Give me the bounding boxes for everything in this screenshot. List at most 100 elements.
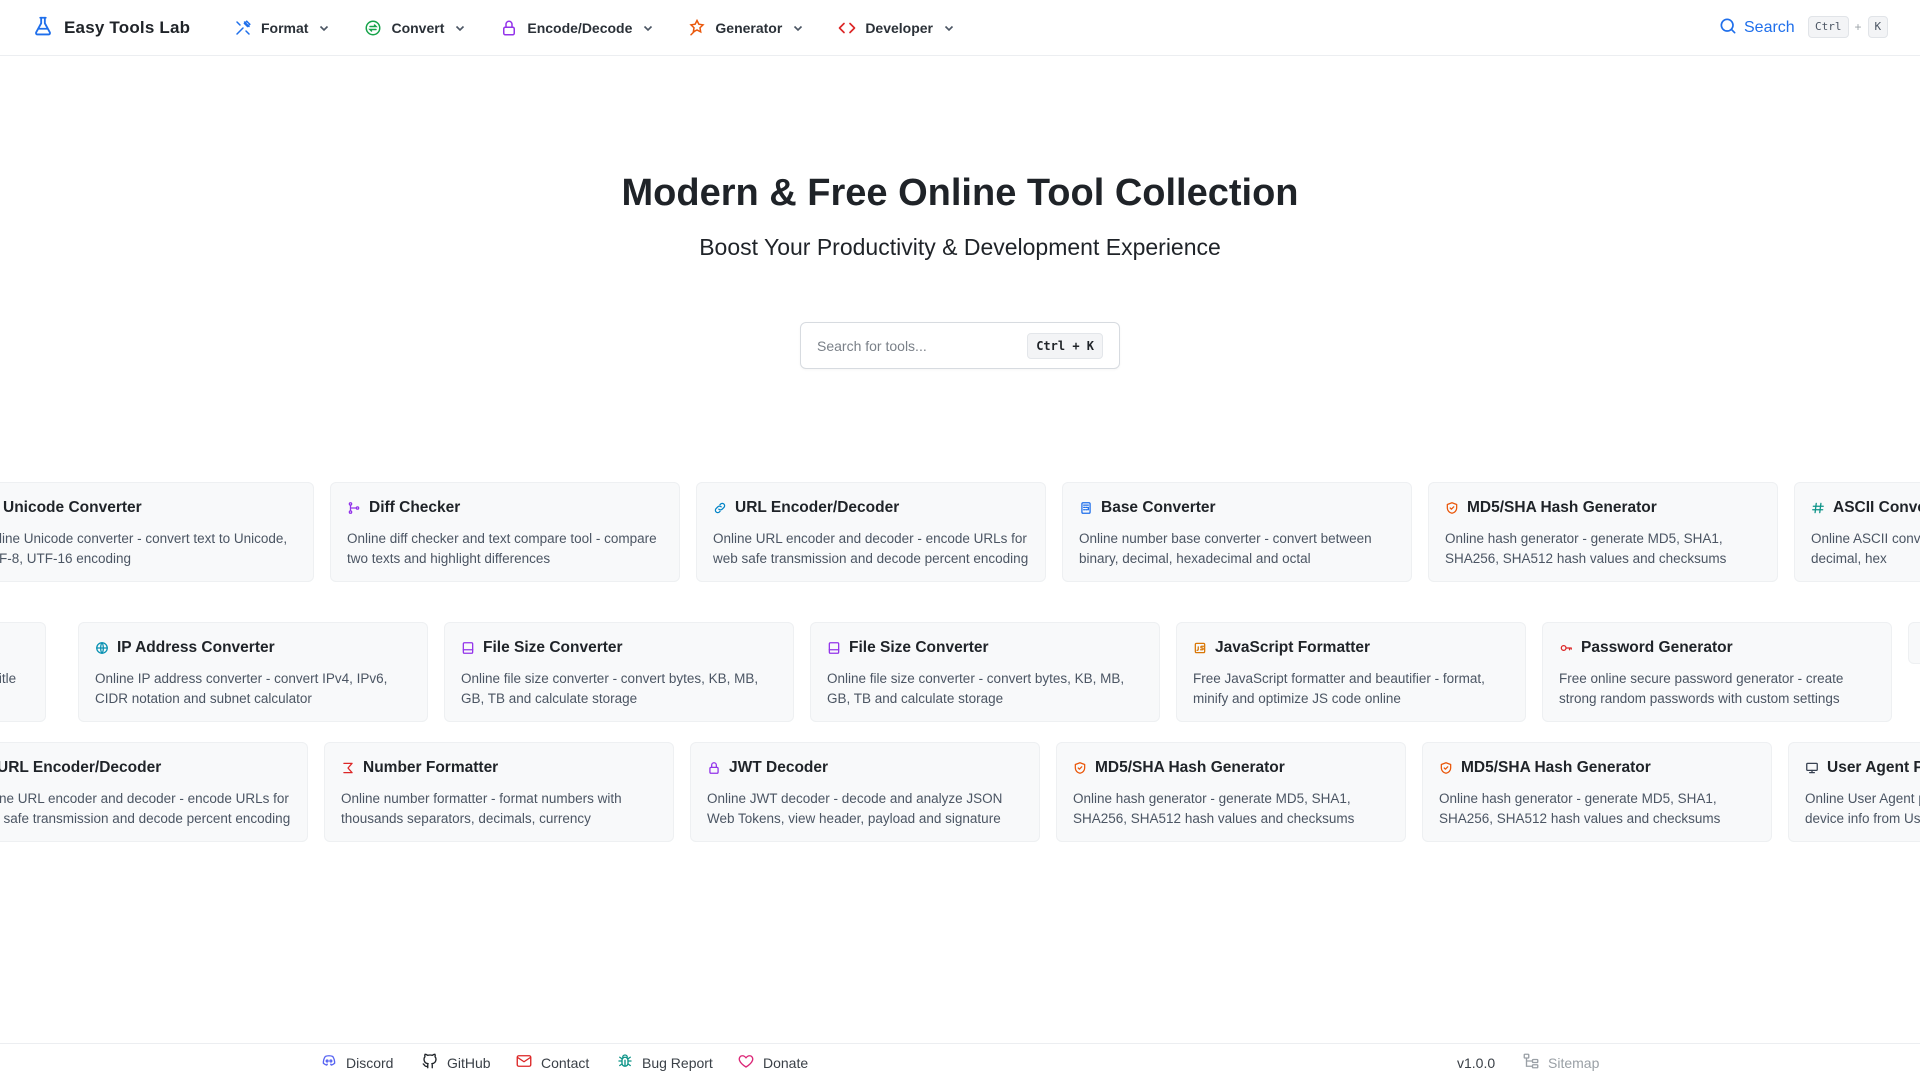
tool-card-header: JWT Decoder	[707, 759, 1023, 777]
tool-card-header: MD5/SHA Hash Generator	[1445, 499, 1761, 517]
tool-card-header: File Size Converter	[461, 639, 777, 657]
generator-icon	[688, 19, 706, 37]
tools-icon	[234, 19, 252, 37]
storage-icon	[827, 641, 841, 655]
tool-card[interactable]: URL Encoder/Decoder Online URL encoder an…	[696, 482, 1046, 582]
flask-icon	[32, 15, 54, 42]
nav-developer[interactable]: Developer	[826, 0, 967, 56]
footer-donate-link[interactable]: Donate	[737, 1044, 808, 1080]
hero-search-shortcut: Ctrl + K	[1027, 332, 1103, 359]
tool-card-header: Unicode Converter	[0, 499, 297, 517]
tool-card[interactable]: IP Address Converter Online IP address co…	[78, 622, 428, 722]
tool-card-title: JavaScript Formatter	[1215, 639, 1371, 656]
top-search-button[interactable]: Search	[1718, 0, 1795, 56]
number-icon	[341, 761, 355, 775]
tool-card-header: Case Converter	[0, 639, 29, 657]
kbd-ctrl: Ctrl	[1808, 16, 1849, 38]
tool-card-title: User Agent Parser	[1827, 759, 1920, 776]
shield-icon	[1445, 501, 1459, 515]
search-shortcut: Ctrl + K	[1808, 16, 1889, 38]
diff-icon	[347, 501, 361, 515]
footer-github-label: GitHub	[447, 1054, 491, 1071]
tool-card[interactable]: File Size Converter Online file size conv…	[810, 622, 1160, 722]
search-icon	[1718, 16, 1738, 41]
tool-card[interactable]: JavaScript Formatter Free JavaScript form…	[1176, 622, 1526, 722]
tool-card[interactable]: MD5/SHA Hash Generator Online hash genera…	[1428, 482, 1778, 582]
tool-card[interactable]: File Size Converter Online file size conv…	[444, 622, 794, 722]
tool-card-description: Online diff checker and text compare too…	[347, 531, 657, 566]
tool-card-title: IP Address Converter	[117, 639, 275, 656]
tool-card[interactable]: Base Converter Online number base convert…	[1062, 482, 1412, 582]
link-icon	[713, 501, 727, 515]
tool-card-title: URL Encoder/Decoder	[735, 499, 900, 516]
mail-icon	[515, 1052, 533, 1073]
tool-card-description: Online hash generator - generate MD5, SH…	[1073, 791, 1355, 826]
tool-card-description: Online file size converter - convert byt…	[827, 671, 1125, 706]
tool-card-description: Online User Agent parser - detect browse…	[1805, 791, 1920, 826]
tool-card[interactable]: Case Converter Online case converter - up…	[0, 622, 46, 722]
tool-card-description: Online URL encoder and decoder - encode …	[713, 531, 1029, 566]
tool-card[interactable]: JWT Decoder Online JWT decoder - decode a…	[690, 742, 1040, 842]
tool-card[interactable]: Unicode Converter Online Unicode converte…	[0, 482, 314, 582]
tool-card-header: File Size Converter	[827, 639, 1143, 657]
nav-developer-label: Developer	[865, 20, 934, 36]
tool-card[interactable]: Diff Checker Online diff checker and text…	[330, 482, 680, 582]
bug-icon	[616, 1052, 634, 1073]
tool-card-description: Online IP address converter - convert IP…	[95, 671, 388, 706]
footer-sitemap-label: Sitemap	[1548, 1054, 1600, 1071]
tool-row-1: Unicode Converter Online Unicode converte…	[0, 482, 1920, 612]
tool-card[interactable]: Number Formatter Online number formatter …	[324, 742, 674, 842]
js-icon	[1193, 641, 1207, 655]
tool-card[interactable]: ASCII Converter Online ASCII converter - …	[1794, 482, 1920, 582]
tool-card-description: Online ASCII converter - convert text to…	[1811, 531, 1920, 566]
tool-card[interactable]	[1908, 622, 1920, 664]
footer-sitemap-link[interactable]: Sitemap	[1522, 1044, 1599, 1080]
tool-card-description: Online number base converter - convert b…	[1079, 531, 1372, 566]
tool-card[interactable]: User Agent Parser Online User Agent parse…	[1788, 742, 1920, 842]
nav-encode-decode-label: Encode/Decode	[527, 20, 633, 36]
footer-contact-link[interactable]: Contact	[515, 1044, 589, 1080]
hash-icon	[1811, 501, 1825, 515]
tool-card-description: Online JWT decoder - decode and analyze …	[707, 791, 1003, 826]
footer-bug-report-label: Bug Report	[642, 1054, 713, 1071]
tool-card[interactable]: MD5/SHA Hash Generator Online hash genera…	[1056, 742, 1406, 842]
tool-card-title: File Size Converter	[849, 639, 989, 656]
nav-encode-decode[interactable]: Encode/Decode	[488, 0, 666, 56]
chevron-down-icon	[943, 22, 955, 34]
lock-icon	[500, 19, 518, 37]
footer-github-link[interactable]: GitHub	[421, 1044, 491, 1080]
nav-format[interactable]: Format	[222, 0, 342, 56]
tool-card-header: IP Address Converter	[95, 639, 411, 657]
nav-generator[interactable]: Generator	[676, 0, 816, 56]
tool-card[interactable]: URL Encoder/Decoder Online URL encoder an…	[0, 742, 308, 842]
kbd-k: K	[1867, 16, 1889, 38]
footer-discord-link[interactable]: Discord	[320, 1044, 393, 1080]
chevron-down-icon	[642, 22, 654, 34]
chevron-down-icon	[318, 22, 330, 34]
convert-icon	[364, 19, 382, 37]
tool-card-description: Online hash generator - generate MD5, SH…	[1445, 531, 1727, 566]
tool-card-description: Online file size converter - convert byt…	[461, 671, 759, 706]
kbd-plus: +	[1854, 20, 1862, 34]
tool-card-header: Password Generator	[1559, 639, 1875, 657]
tool-row-3: URL Encoder/Decoder Online URL encoder an…	[0, 742, 1920, 872]
tool-card-header: Diff Checker	[347, 499, 663, 517]
top-search-label: Search	[1744, 19, 1795, 36]
tool-card-header: MD5/SHA Hash Generator	[1439, 759, 1755, 777]
hero-search-input[interactable]	[817, 337, 1028, 354]
tool-card-title: Diff Checker	[369, 499, 461, 516]
version-label: v1.0.0	[1457, 1054, 1496, 1071]
key-icon	[1559, 641, 1573, 655]
footer-discord-label: Discord	[346, 1054, 394, 1071]
footer-bug-report-link[interactable]: Bug Report	[616, 1044, 713, 1080]
tool-row-2: Case Converter Online case converter - up…	[0, 622, 1920, 752]
hero-search-box[interactable]: Ctrl + K	[800, 322, 1120, 369]
tool-card[interactable]: Password Generator Free online secure pas…	[1542, 622, 1892, 722]
tool-card-title: Number Formatter	[363, 759, 499, 776]
nav-convert[interactable]: Convert	[352, 0, 478, 56]
tool-card[interactable]: MD5/SHA Hash Generator Online hash genera…	[1422, 742, 1772, 842]
github-icon	[421, 1052, 439, 1073]
tool-card-title: File Size Converter	[483, 639, 623, 656]
brand-logo[interactable]: Easy Tools Lab	[32, 0, 190, 56]
tool-card-title: Base Converter	[1101, 499, 1216, 516]
